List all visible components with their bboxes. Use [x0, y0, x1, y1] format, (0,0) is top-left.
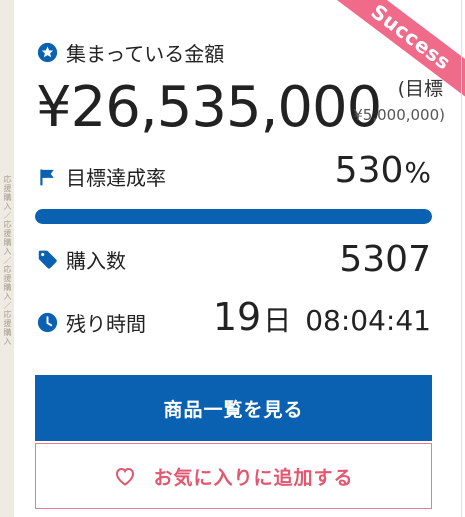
target-label: (目標: [397, 78, 443, 100]
purchases-header: 購入数: [36, 245, 126, 274]
day-unit: 日: [263, 304, 292, 337]
view-products-button[interactable]: 商品一覧を見る: [35, 375, 432, 441]
raised-amount-value: ¥26,535,000: [36, 75, 382, 140]
remaining-days: 19: [212, 295, 262, 339]
clock-icon: [36, 312, 58, 334]
flag-icon: [36, 166, 58, 188]
achievement-number: 530: [334, 150, 404, 191]
remaining-time-value: 19 日 08:04:41: [213, 295, 431, 339]
add-to-favorites-button[interactable]: お気に入りに追加する: [35, 443, 432, 509]
heart-outline-icon: [113, 464, 137, 488]
background-strip-text: 応援購入／応援購入／応援購入／応援購入: [3, 175, 12, 346]
funding-status-card: Success 集まっている金額 ¥26,535,000 (目標 ¥5,000,…: [14, 0, 465, 517]
percent-unit: %: [404, 156, 431, 189]
achievement-value: 530%: [335, 150, 431, 191]
background-strip: 応援購入／応援購入／応援購入／応援購入: [0, 0, 15, 517]
add-to-favorites-label: お気に入りに追加する: [153, 466, 354, 489]
raised-amount-label: 集まっている金額: [66, 42, 225, 66]
star-circle-icon: [36, 42, 58, 64]
progress-bar: [35, 209, 432, 224]
achievement-header: 目標達成率: [36, 162, 166, 191]
remaining-time-header: 残り時間: [36, 308, 146, 337]
remaining-time-label: 残り時間: [66, 312, 146, 336]
tag-icon: [36, 249, 58, 271]
purchases-label: 購入数: [66, 249, 126, 273]
target-amount-value: ¥5,000,000): [353, 106, 445, 124]
progress-bar-fill: [35, 209, 432, 224]
remaining-clock: 08:04:41: [305, 304, 431, 337]
card-right-border: [461, 0, 462, 517]
achievement-label: 目標達成率: [66, 166, 166, 190]
raised-amount-header: 集まっている金額: [36, 38, 224, 67]
purchases-value: 5307: [339, 239, 431, 280]
